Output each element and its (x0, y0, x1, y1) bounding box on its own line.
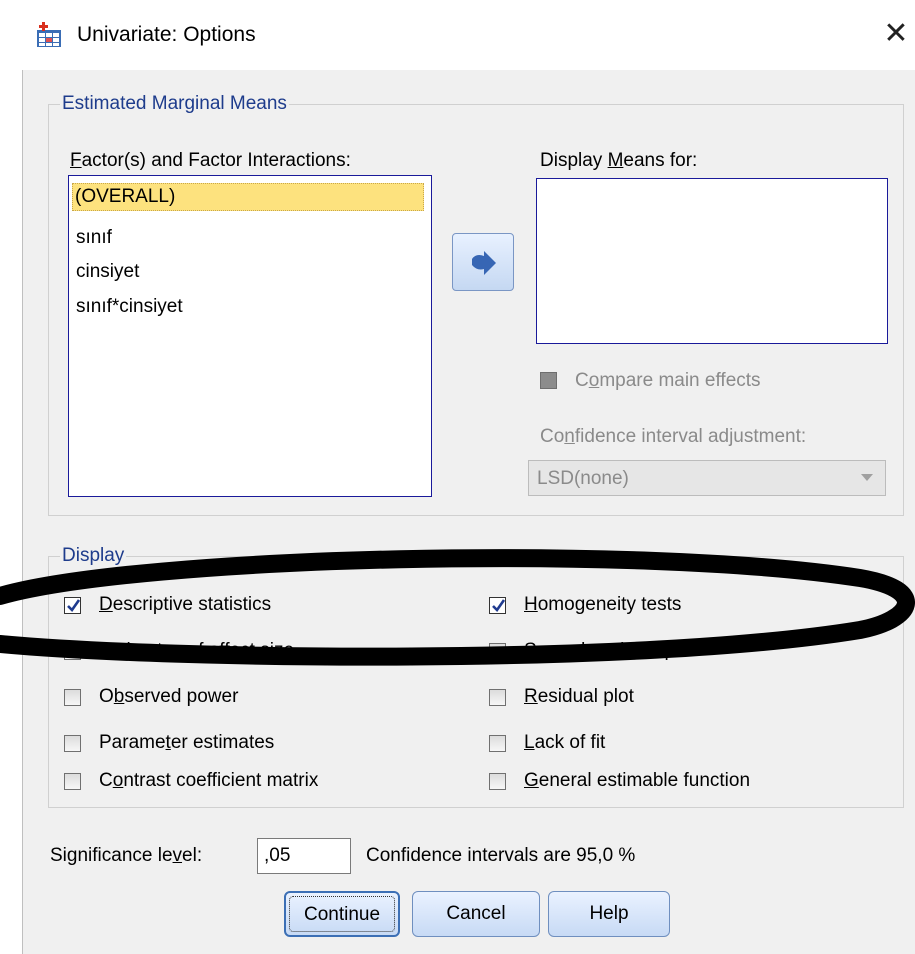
general-estimable-function-label: General estimable function (524, 770, 751, 791)
compare-main-effects-checkbox[interactable] (540, 372, 557, 389)
cancel-button[interactable]: Cancel (412, 891, 540, 937)
contrast-matrix-checkbox[interactable] (64, 773, 81, 790)
ci-adjustment-value: LSD(none) (537, 468, 629, 489)
factor-item-cinsiyet[interactable]: cinsiyet (73, 259, 139, 287)
confidence-interval-text: Confidence intervals are 95,0 % (366, 845, 636, 866)
close-button[interactable]: ✕ (880, 14, 912, 54)
ci-adjustment-label: Confidence interval adjustment: (540, 426, 807, 447)
observed-power-label: Observed power (99, 686, 239, 707)
continue-button[interactable]: Continue (284, 891, 400, 937)
compare-main-effects-label: Compare main effects (575, 370, 761, 391)
options-dialog: Univariate: Options ✕ Estimated Marginal… (0, 0, 915, 954)
descriptive-statistics-checkbox[interactable] (64, 597, 81, 614)
checkmark-icon (492, 599, 506, 613)
ci-adjustment-select[interactable]: LSD(none) (528, 460, 886, 496)
window-title: Univariate: Options (77, 23, 256, 46)
factor-item-overall[interactable]: (OVERALL) (72, 183, 424, 211)
continue-button-label: Continue (303, 904, 381, 925)
checkmark-icon (67, 599, 81, 613)
emm-group-legend: Estimated Marginal Means (60, 93, 289, 115)
observed-power-checkbox[interactable] (64, 689, 81, 706)
parameter-estimates-label: Parameter estimates (99, 732, 275, 753)
display-means-listbox[interactable] (536, 178, 888, 344)
homogeneity-tests-label: Homogeneity tests (524, 594, 682, 615)
spread-level-plot-label: Spread vs. level plot (524, 640, 696, 661)
significance-level-label: Significance level: (50, 845, 203, 866)
homogeneity-tests-checkbox[interactable] (489, 597, 506, 614)
parameter-estimates-checkbox[interactable] (64, 735, 81, 752)
display-means-label: Display Means for: (540, 150, 698, 171)
factors-listbox[interactable]: (OVERALL) sınıf cinsiyet sınıf*cinsiyet (68, 175, 432, 497)
arrow-right-icon (472, 251, 496, 275)
effect-size-label: Estimates of effect size (99, 640, 295, 661)
move-right-button[interactable] (452, 233, 514, 291)
cancel-button-label: Cancel (446, 903, 506, 924)
help-button-label: Help (589, 903, 629, 924)
display-group-legend: Display (60, 545, 127, 567)
descriptive-statistics-label: Descriptive statistics (99, 594, 272, 615)
effect-size-checkbox[interactable] (64, 643, 81, 660)
factors-label: Factor(s) and Factor Interactions: (70, 150, 351, 171)
spss-table-icon (37, 22, 61, 47)
chevron-down-icon (861, 474, 873, 481)
help-button[interactable]: Help (548, 891, 670, 937)
lack-of-fit-label: Lack of fit (524, 732, 606, 753)
significance-level-input[interactable]: ,05 (257, 838, 351, 874)
contrast-matrix-label: Contrast coefficient matrix (99, 770, 319, 791)
lack-of-fit-checkbox[interactable] (489, 735, 506, 752)
residual-plot-checkbox[interactable] (489, 689, 506, 706)
residual-plot-label: Residual plot (524, 686, 634, 707)
factor-item-sinif-cinsiyet[interactable]: sınıf*cinsiyet (73, 294, 183, 322)
title-bar: Univariate: Options ✕ (0, 0, 915, 70)
spread-level-plot-checkbox[interactable] (489, 643, 506, 660)
factor-item-sinif[interactable]: sınıf (73, 225, 112, 253)
general-estimable-function-checkbox[interactable] (489, 773, 506, 790)
